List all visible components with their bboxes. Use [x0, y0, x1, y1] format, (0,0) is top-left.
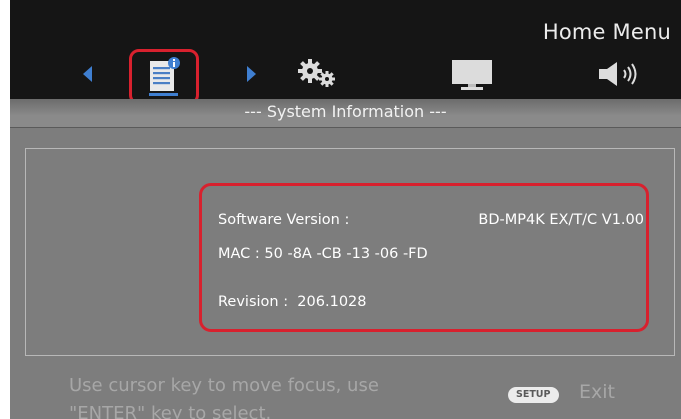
- section-title: --- System Information ---: [244, 102, 447, 121]
- home-menu-screen: Home Menu --- System Information --- Sof…: [10, 0, 681, 419]
- header-bar: Home Menu: [10, 0, 681, 105]
- tab-setup[interactable]: [296, 59, 340, 93]
- gears-icon: [298, 59, 335, 87]
- speaker-icon: [599, 62, 637, 86]
- section-title-bar: --- System Information ---: [10, 99, 681, 128]
- software-version-label: Software Version :: [218, 212, 350, 228]
- software-version-value: BD-MP4K EX/T/C V1.00: [478, 212, 644, 228]
- tab-audio[interactable]: [597, 60, 647, 92]
- help-text: Use cursor key to move focus, use "ENTER…: [69, 375, 379, 419]
- tab-display[interactable]: [451, 59, 493, 95]
- document-info-icon: [149, 57, 180, 96]
- tab-system-information[interactable]: [129, 49, 199, 105]
- monitor-icon: [452, 60, 492, 90]
- nav-right-arrow-icon[interactable]: [247, 66, 256, 82]
- menu-title: Home Menu: [542, 20, 671, 44]
- revision: Revision : 206.1028: [218, 294, 367, 310]
- setup-button-icon[interactable]: SETUP: [508, 387, 559, 403]
- nav-left-arrow-icon[interactable]: [83, 66, 92, 82]
- exit-label[interactable]: Exit: [579, 381, 615, 403]
- mac-address: MAC : 50 -8A -CB -13 -06 -FD: [218, 246, 428, 262]
